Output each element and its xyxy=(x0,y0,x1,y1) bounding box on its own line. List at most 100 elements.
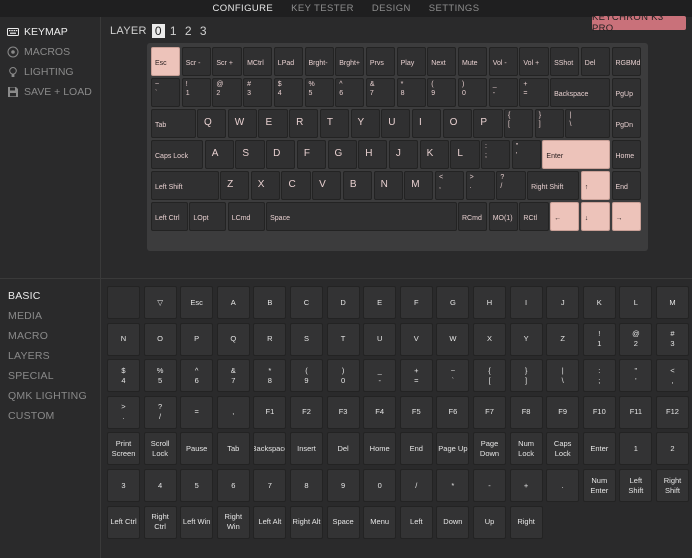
keyboard-key[interactable]: A xyxy=(204,140,234,169)
keycode-button[interactable]: % 5 xyxy=(143,359,177,393)
keycode-button[interactable]: A xyxy=(216,286,250,319)
keyboard-key[interactable]: U xyxy=(381,109,411,138)
keycode-button[interactable]: #3 xyxy=(656,322,689,356)
category-custom[interactable]: CUSTOM xyxy=(0,406,101,426)
tab-settings[interactable]: SETTINGS xyxy=(420,0,489,17)
keycode-button[interactable]: Right Alt xyxy=(290,505,323,539)
keyboard-key[interactable]: ^ 6 xyxy=(335,78,365,107)
keyboard-key[interactable]: Brght+ xyxy=(335,47,365,76)
keyboard-key[interactable]: O xyxy=(442,109,472,138)
keycode-button[interactable]: F4 xyxy=(363,395,397,429)
keycode-button[interactable]: Left Alt xyxy=(253,505,287,539)
keyboard-key[interactable]: LCmd xyxy=(227,202,265,231)
sidebar-item-save-load[interactable]: SAVE + LOAD xyxy=(0,82,100,102)
keyboard-key[interactable]: Y xyxy=(350,109,380,138)
keycode-button[interactable]: F12 xyxy=(656,395,689,429)
keyboard-key[interactable]: P xyxy=(473,109,503,138)
keyboard-key[interactable]: LPad xyxy=(273,47,303,76)
layer-button-0[interactable]: 0 xyxy=(151,24,165,38)
keycode-button[interactable]: {[ xyxy=(473,359,506,393)
keycode-button[interactable]: :; xyxy=(582,359,616,393)
keycode-button[interactable]: Del xyxy=(326,432,360,466)
keyboard-key[interactable]: PgUp xyxy=(611,78,641,107)
keycode-button[interactable]: ) 0 xyxy=(326,359,360,393)
keycode-button[interactable]: ▽ xyxy=(143,286,177,319)
keyboard-key[interactable]: M xyxy=(404,171,434,200)
keyboard-key[interactable]: Left Ctrl xyxy=(151,202,188,231)
keyboard-key[interactable]: SShot xyxy=(550,47,580,76)
keyboard-key[interactable]: Right Shift xyxy=(527,171,580,200)
keycode-button[interactable]: F3 xyxy=(326,395,360,429)
keyboard-key[interactable]: Scr + xyxy=(212,47,242,76)
keyboard-key[interactable]: End xyxy=(611,171,641,200)
keyboard-key[interactable]: Prvs xyxy=(365,47,396,76)
keyboard-key[interactable]: Vol - xyxy=(488,47,518,76)
keycode-button[interactable]: F1 xyxy=(253,395,287,429)
keyboard-key[interactable]: T xyxy=(319,109,350,138)
keyboard-key[interactable]: Left Shift xyxy=(151,171,219,200)
keyboard-key[interactable]: #3 xyxy=(243,78,273,107)
keycode-button[interactable]: Home xyxy=(363,432,397,466)
keycode-button[interactable]: Menu xyxy=(363,505,397,539)
keyboard-key[interactable]: ) 0 xyxy=(458,78,488,107)
keycode-button[interactable]: F xyxy=(399,286,433,319)
keycode-button[interactable]: F7 xyxy=(473,395,506,429)
keycode-button[interactable]: Enter xyxy=(582,432,616,466)
keyboard-key[interactable]: B xyxy=(342,171,373,200)
keyboard-key[interactable]: ↓ xyxy=(580,202,610,231)
keyboard-key[interactable]: Scr - xyxy=(181,47,211,76)
keycode-button[interactable]: ~ ` xyxy=(436,359,470,393)
keyboard-key[interactable]: ? / xyxy=(496,171,526,200)
keycode-button[interactable]: Print Screen xyxy=(107,432,140,466)
layer-button-1[interactable]: 1 xyxy=(167,24,180,38)
keyboard-key[interactable]: L xyxy=(450,140,480,169)
keyboard-key[interactable]: % 5 xyxy=(304,78,334,107)
keycode-button[interactable]: X xyxy=(473,322,506,356)
keycode-button[interactable]: Num Lock xyxy=(509,432,543,466)
category-qmk-lighting[interactable]: QMK LIGHTING xyxy=(0,386,101,406)
keyboard-key[interactable]: * 8 xyxy=(396,78,426,107)
keycode-button[interactable]: Scroll Lock xyxy=(143,432,177,466)
keyboard-key[interactable]: @2 xyxy=(212,78,242,107)
keyboard-key[interactable]: >. xyxy=(465,171,495,200)
keyboard-key[interactable]: & 7 xyxy=(365,78,396,107)
keyboard-key[interactable]: E xyxy=(258,109,288,138)
tab-key-tester[interactable]: KEY TESTER xyxy=(282,0,363,17)
tab-design[interactable]: DESIGN xyxy=(363,0,420,17)
keycode-button[interactable]: = xyxy=(180,395,214,429)
keycode-button[interactable]: 1 xyxy=(619,432,653,466)
keycode-button[interactable]: M xyxy=(656,286,689,319)
keycode-button[interactable]: W xyxy=(436,322,470,356)
keycode-button[interactable]: F9 xyxy=(546,395,580,429)
keycode-button[interactable]: 9 xyxy=(326,469,360,502)
keycode-button[interactable]: Z xyxy=(546,322,580,356)
keyboard-key[interactable]: Next xyxy=(427,47,457,76)
keyboard-key[interactable]: Z xyxy=(220,171,250,200)
keyboard-key[interactable]: RCmd xyxy=(458,202,488,231)
keycode-button[interactable]: R xyxy=(253,322,287,356)
keycode-button[interactable]: , xyxy=(216,395,250,429)
tab-configure[interactable]: CONFIGURE xyxy=(204,0,283,17)
keycode-button[interactable]: Num Enter xyxy=(582,469,616,502)
keycode-button[interactable]: F11 xyxy=(619,395,653,429)
keyboard-key[interactable]: I xyxy=(411,109,442,138)
keycode-button[interactable]: Tab xyxy=(216,432,250,466)
sidebar-item-macros[interactable]: MACROS xyxy=(0,42,100,62)
keycode-button[interactable]: Caps Lock xyxy=(546,432,580,466)
keycode-button[interactable]: 5 xyxy=(180,469,214,502)
keycode-button[interactable]: / xyxy=(399,469,433,502)
keycode-button[interactable]: Left Win xyxy=(180,505,214,539)
keyboard-key[interactable]: Esc xyxy=(151,47,181,76)
keyboard-key[interactable]: K xyxy=(419,140,449,169)
keycode-button[interactable]: 6 xyxy=(216,469,250,502)
keyboard-key[interactable]: Tab xyxy=(151,109,196,138)
keyboard-key[interactable]: LOpt xyxy=(189,202,227,231)
keyboard-key[interactable]: Brght- xyxy=(304,47,334,76)
keycode-button[interactable]: Right Win xyxy=(216,505,250,539)
keycode-button[interactable]: D xyxy=(326,286,360,319)
keyboard-key[interactable]: Caps Lock xyxy=(151,140,204,169)
keyboard-key[interactable]: | \ xyxy=(565,109,610,138)
keyboard-key[interactable]: Q xyxy=(197,109,227,138)
layer-button-3[interactable]: 3 xyxy=(197,24,210,38)
keyboard-key[interactable]: Mute xyxy=(458,47,488,76)
